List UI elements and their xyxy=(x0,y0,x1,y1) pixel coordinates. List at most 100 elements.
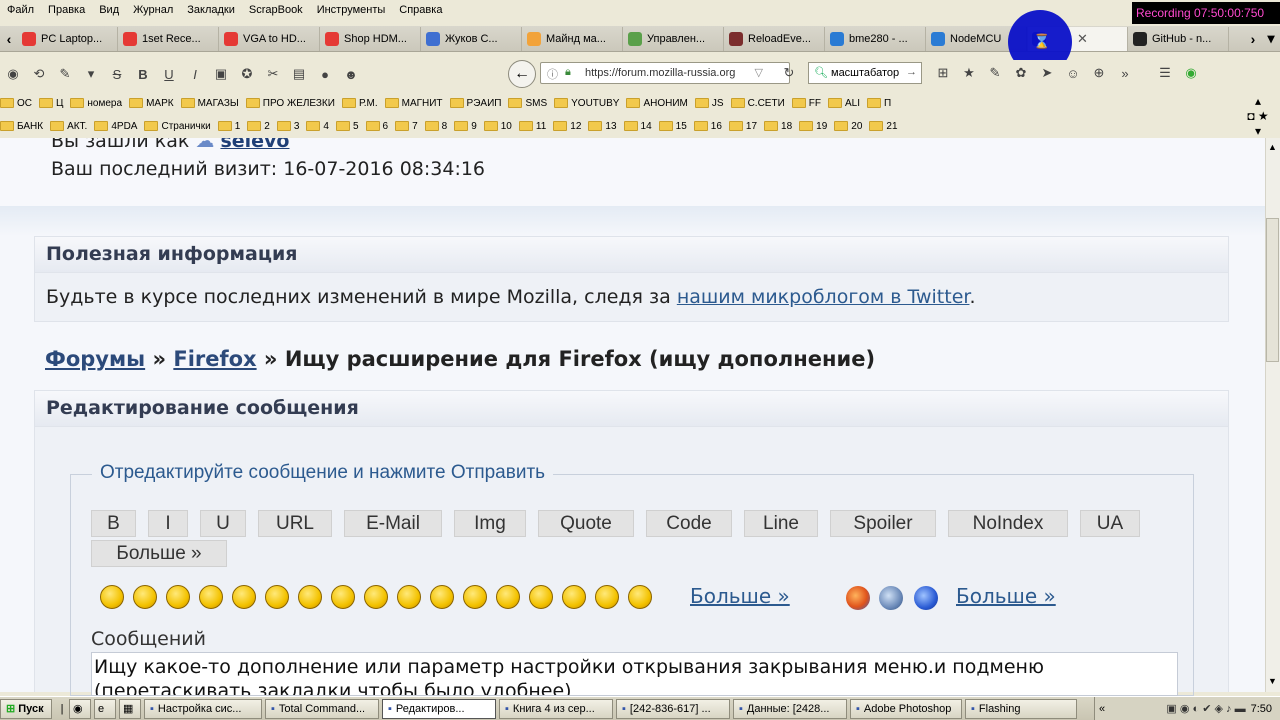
menu-history[interactable]: Журнал xyxy=(126,4,180,16)
bookmark-item[interactable]: 7 xyxy=(395,121,418,132)
more-app-icons-link[interactable]: Больше » xyxy=(956,584,1056,608)
taskbar-item[interactable]: ▪ Adobe Photoshop xyxy=(850,698,962,719)
tray-icons[interactable]: ▣ ◉ ◐ ✔ ◈ ♪ ▬ xyxy=(1166,702,1245,715)
search-bar[interactable]: 🔍︎ масштабатор → xyxy=(808,62,922,84)
bookmark-item[interactable]: П xyxy=(866,98,891,109)
status-icon[interactable]: ◉ xyxy=(1178,62,1204,84)
taskbar-item[interactable]: ▪ Настройка сис... xyxy=(144,698,262,719)
bookmark-item[interactable]: 8 xyxy=(424,121,447,132)
scroll-down-icon[interactable]: ▾ xyxy=(1255,124,1261,138)
bbcode-img-button[interactable]: Img xyxy=(454,510,526,537)
bbcode-email-button[interactable]: E-Mail xyxy=(344,510,442,537)
tab-12[interactable]: GitHub - n... xyxy=(1129,26,1229,51)
smiley-yikes-icon[interactable] xyxy=(397,585,421,609)
bookmark-item[interactable]: 4 xyxy=(306,121,329,132)
taskbar-item[interactable]: ▪ Flashing xyxy=(965,698,1077,719)
smiley-lol-icon[interactable] xyxy=(364,585,388,609)
image-icon[interactable]: ▣ xyxy=(208,63,234,85)
picture-icon[interactable]: ▤ xyxy=(286,63,312,85)
smiley-wink-icon[interactable] xyxy=(265,585,289,609)
bookmark-item[interactable]: 10 xyxy=(483,121,512,132)
bookmark-item[interactable]: 3 xyxy=(276,121,299,132)
bookmark-item[interactable]: JS xyxy=(694,98,724,109)
taskbar-item[interactable]: ▪ Редактиров... xyxy=(382,698,496,719)
bbcode-noindex-button[interactable]: NoIndex xyxy=(948,510,1068,537)
quicklaunch-desktop-icon[interactable]: ▦ xyxy=(119,698,141,719)
extension-chat-icon[interactable]: ☺ xyxy=(1060,62,1086,84)
tab-list-dropdown-icon[interactable]: ▾ xyxy=(1262,27,1280,51)
url-bar[interactable]: ⓘ 🔒︎ https://forum.mozilla-russia.org ▽ xyxy=(540,62,790,84)
menu-edit[interactable]: Правка xyxy=(41,4,92,16)
menu-scrapbook[interactable]: ScrapBook xyxy=(242,4,310,16)
smiley-cool-icon[interactable] xyxy=(463,585,487,609)
bookmark-item[interactable]: АКТ. xyxy=(50,121,87,132)
thunderbird-smiley-icon[interactable] xyxy=(879,586,903,610)
twitter-link[interactable]: нашим микроблогом в Twitter xyxy=(677,286,970,308)
smiley-smile-icon[interactable] xyxy=(100,585,124,609)
bookmark-item[interactable]: 12 xyxy=(553,121,581,132)
tray-expand-icon[interactable]: « xyxy=(1095,703,1105,715)
bookmark-item[interactable]: С.СЕТИ xyxy=(730,98,785,109)
extension-paw-icon[interactable]: ✿ xyxy=(1008,62,1034,84)
bookmark-item[interactable]: 11 xyxy=(518,121,546,132)
smiley-tongue-icon[interactable] xyxy=(331,585,355,609)
reload-tab-icon[interactable]: ⟲ xyxy=(26,63,52,85)
bookmark-item[interactable]: 4PDA xyxy=(94,121,137,132)
seamonkey-smiley-icon[interactable] xyxy=(914,586,938,610)
smiley-big-grin-icon[interactable] xyxy=(232,585,256,609)
color-wheel-icon[interactable]: ✪ xyxy=(234,63,260,85)
bookmark-item[interactable]: ОС xyxy=(0,98,32,109)
bookmark-item[interactable]: FF xyxy=(791,98,821,109)
taskbar-item[interactable]: ▪ Данные: [2428... xyxy=(733,698,847,719)
bookmark-item[interactable]: МАГАЗЫ xyxy=(180,98,239,109)
scroll-up-icon[interactable]: ▴ xyxy=(1255,94,1261,108)
bookmark-item[interactable]: 2 xyxy=(247,121,270,132)
bbcode-more-button[interactable]: Больше » xyxy=(91,540,227,567)
bookmark-item[interactable]: Ц xyxy=(39,98,63,109)
bbcode-underline-button[interactable]: U xyxy=(200,510,246,537)
extension-pencil-icon[interactable]: ✎ xyxy=(982,62,1008,84)
quicklaunch-ie-icon[interactable]: e xyxy=(94,698,116,719)
dropdown-icon[interactable]: ▾ xyxy=(78,63,104,85)
strike-icon[interactable]: S xyxy=(104,63,130,85)
tab-9[interactable]: bme280 - ... xyxy=(826,26,926,51)
taskbar-item[interactable]: ▪ Total Command... xyxy=(265,698,379,719)
bookmark-item[interactable]: ALI xyxy=(827,98,860,109)
tab-8[interactable]: ReloadEve... xyxy=(725,26,825,51)
bookmark-item[interactable]: 9 xyxy=(454,121,477,132)
bookmark-item[interactable]: БАНК xyxy=(0,121,43,132)
mask-icon[interactable]: ☻ xyxy=(338,63,364,85)
bookmark-item[interactable]: МАГНИТ xyxy=(384,98,443,109)
smiley-roll-icon[interactable] xyxy=(430,585,454,609)
tab-4[interactable]: Shop HDM... xyxy=(321,26,421,51)
scroll-up-arrow-icon[interactable]: ▲ xyxy=(1268,142,1277,152)
bookmark-item[interactable]: номера xyxy=(70,98,122,109)
bookmark-item[interactable]: 13 xyxy=(588,121,617,132)
menu-view[interactable]: Вид xyxy=(92,4,126,16)
start-button[interactable]: ⊞ Пуск xyxy=(0,698,52,719)
tab-3[interactable]: VGA to HD... xyxy=(220,26,320,51)
tab-scroll-right-icon[interactable]: › xyxy=(1244,27,1262,51)
info-icon[interactable]: ⓘ xyxy=(547,66,558,82)
smiley-frown-icon[interactable] xyxy=(562,585,586,609)
firefox-smiley-icon[interactable] xyxy=(846,586,870,610)
brush-icon[interactable]: ✎ xyxy=(52,63,78,85)
extension-star-icon[interactable]: ★ xyxy=(956,62,982,84)
refresh-icon[interactable]: ↻ xyxy=(776,62,802,84)
breadcrumb-forums[interactable]: Форумы xyxy=(45,347,145,371)
bookmark-item[interactable]: РЭАИП xyxy=(449,98,501,109)
smiley-sad-icon[interactable] xyxy=(496,585,520,609)
smiley-chat-icon[interactable] xyxy=(628,585,652,609)
menu-bookmarks[interactable]: Закладки xyxy=(180,4,242,16)
taskbar-item[interactable]: ▪ Книга 4 из сер... xyxy=(499,698,613,719)
overflow-icon[interactable]: » xyxy=(1112,62,1138,84)
extension-monitor-icon[interactable]: ⊞ xyxy=(930,62,956,84)
quicklaunch-media-icon[interactable]: ◉ xyxy=(69,698,91,719)
smiley-whistle-icon[interactable] xyxy=(595,585,619,609)
bookmark-item[interactable]: 16 xyxy=(693,121,722,132)
bbcode-ua-button[interactable]: UA xyxy=(1080,510,1140,537)
bbcode-code-button[interactable]: Code xyxy=(646,510,732,537)
bookmark-item[interactable]: Странички xyxy=(144,121,211,132)
smiley-smirk-icon[interactable] xyxy=(298,585,322,609)
bookmark-item[interactable]: МАРК xyxy=(129,98,174,109)
